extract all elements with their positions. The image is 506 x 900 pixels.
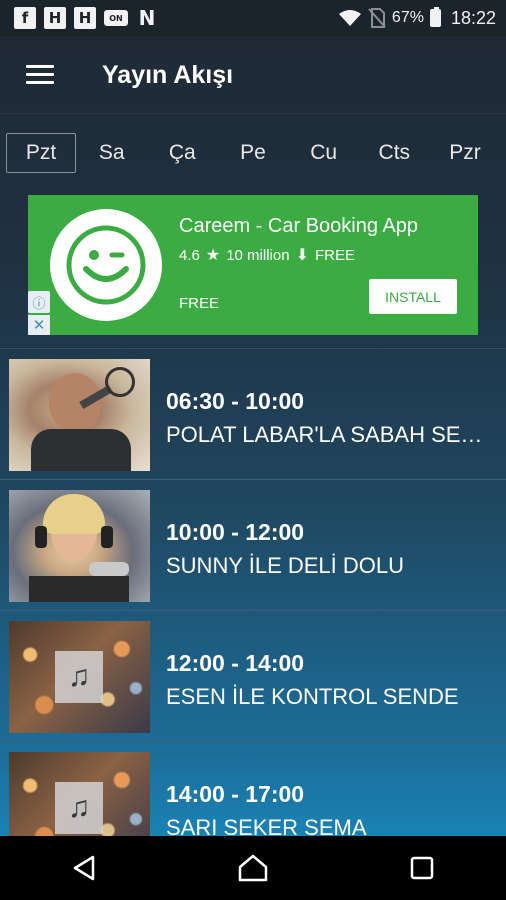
ad-close-icon[interactable]: ✕ [28, 315, 50, 335]
recents-button[interactable] [392, 838, 452, 898]
home-icon [238, 854, 268, 882]
battery-icon [429, 7, 441, 27]
show-time: 06:30 - 10:00 [166, 388, 305, 414]
notification-icons: f H H ON N [14, 6, 158, 30]
smiley-wink-icon [66, 225, 146, 305]
battery-percent: 67% [391, 9, 424, 26]
clock: 18:22 [450, 7, 496, 28]
app-toolbar: Yayın Akışı [0, 36, 506, 114]
tab-monday[interactable]: Pzt [6, 133, 76, 173]
tab-saturday[interactable]: Cts [359, 133, 429, 173]
ad-meta: 4.6 ★ 10 million ⬇ FREE [179, 245, 355, 265]
host-photo [9, 490, 150, 602]
schedule-row[interactable]: ♫ 12:00 - 14:00 ESEN İLE KONTROL SENDE [0, 611, 506, 742]
show-title: SARI SEKER SEMA [166, 815, 367, 836]
schedule-row[interactable]: ♫ 14:00 - 17:00 SARI SEKER SEMA [0, 742, 506, 836]
back-icon [74, 855, 95, 881]
ad-free-label: FREE [179, 295, 220, 312]
ad-app-name: Careem - Car Booking App [179, 215, 419, 237]
facebook-icon: f [14, 7, 36, 29]
careem-logo [50, 209, 162, 321]
tab-thursday[interactable]: Pe [218, 133, 288, 173]
status-bar: f H H ON N 67% 18:22 [0, 0, 506, 36]
no-sim-icon [368, 8, 386, 28]
download-icon: ⬇ [295, 247, 309, 264]
recents-icon [410, 856, 433, 880]
system-status: 67% 18:22 [338, 7, 496, 29]
show-time: 14:00 - 17:00 [166, 781, 305, 807]
music-note-icon: ♫ [55, 782, 103, 834]
schedule-row[interactable]: 10:00 - 12:00 SUNNY İLE DELİ DOLU [0, 480, 506, 611]
home-button[interactable] [223, 838, 283, 898]
wifi-icon [338, 10, 361, 26]
tab-sunday[interactable]: Pzr [430, 133, 500, 173]
n-app-icon: N [138, 6, 156, 30]
show-time: 12:00 - 14:00 [166, 650, 305, 676]
menu-icon[interactable] [26, 64, 54, 86]
music-thumbnail: ♫ [9, 621, 150, 733]
star-icon: ★ [205, 247, 221, 264]
tab-friday[interactable]: Cu [289, 133, 359, 173]
ad-info-icon[interactable]: ⓘ [28, 291, 50, 313]
music-note-icon: ♫ [55, 651, 103, 703]
show-title: POLAT LABAR'LA SABAH SEKERİ [166, 422, 488, 447]
schedule-row[interactable]: 06:30 - 10:00 POLAT LABAR'LA SABAH SEKER… [0, 349, 506, 480]
install-button[interactable]: INSTALL [369, 279, 457, 314]
ad-banner[interactable]: Careem - Car Booking App 4.6 ★ 10 millio… [28, 195, 478, 335]
back-button[interactable] [54, 838, 114, 898]
show-title: ESEN İLE KONTROL SENDE [166, 684, 459, 709]
music-thumbnail: ♫ [9, 752, 150, 836]
ad-price: FREE [314, 246, 355, 264]
schedule-list: 06:30 - 10:00 POLAT LABAR'LA SABAH SEKER… [0, 349, 506, 836]
tab-wednesday[interactable]: Ça [147, 133, 217, 173]
toolbar-divider [0, 113, 506, 114]
navigation-bar [0, 836, 506, 900]
host-photo [9, 359, 150, 471]
news-app-icon: ON [104, 10, 128, 26]
page-title: Yayın Akışı [102, 60, 234, 89]
show-time: 10:00 - 12:00 [166, 519, 305, 545]
ad-downloads: 10 million [226, 246, 290, 264]
ad-rating: 4.6 [179, 246, 200, 264]
tab-tuesday[interactable]: Sa [77, 133, 147, 173]
show-title: SUNNY İLE DELİ DOLU [166, 553, 405, 578]
day-tabs: Pzt Sa Ça Pe Cu Cts Pzr [6, 132, 500, 174]
h-app-icon: H [74, 7, 96, 29]
h-app-icon: H [44, 7, 66, 29]
